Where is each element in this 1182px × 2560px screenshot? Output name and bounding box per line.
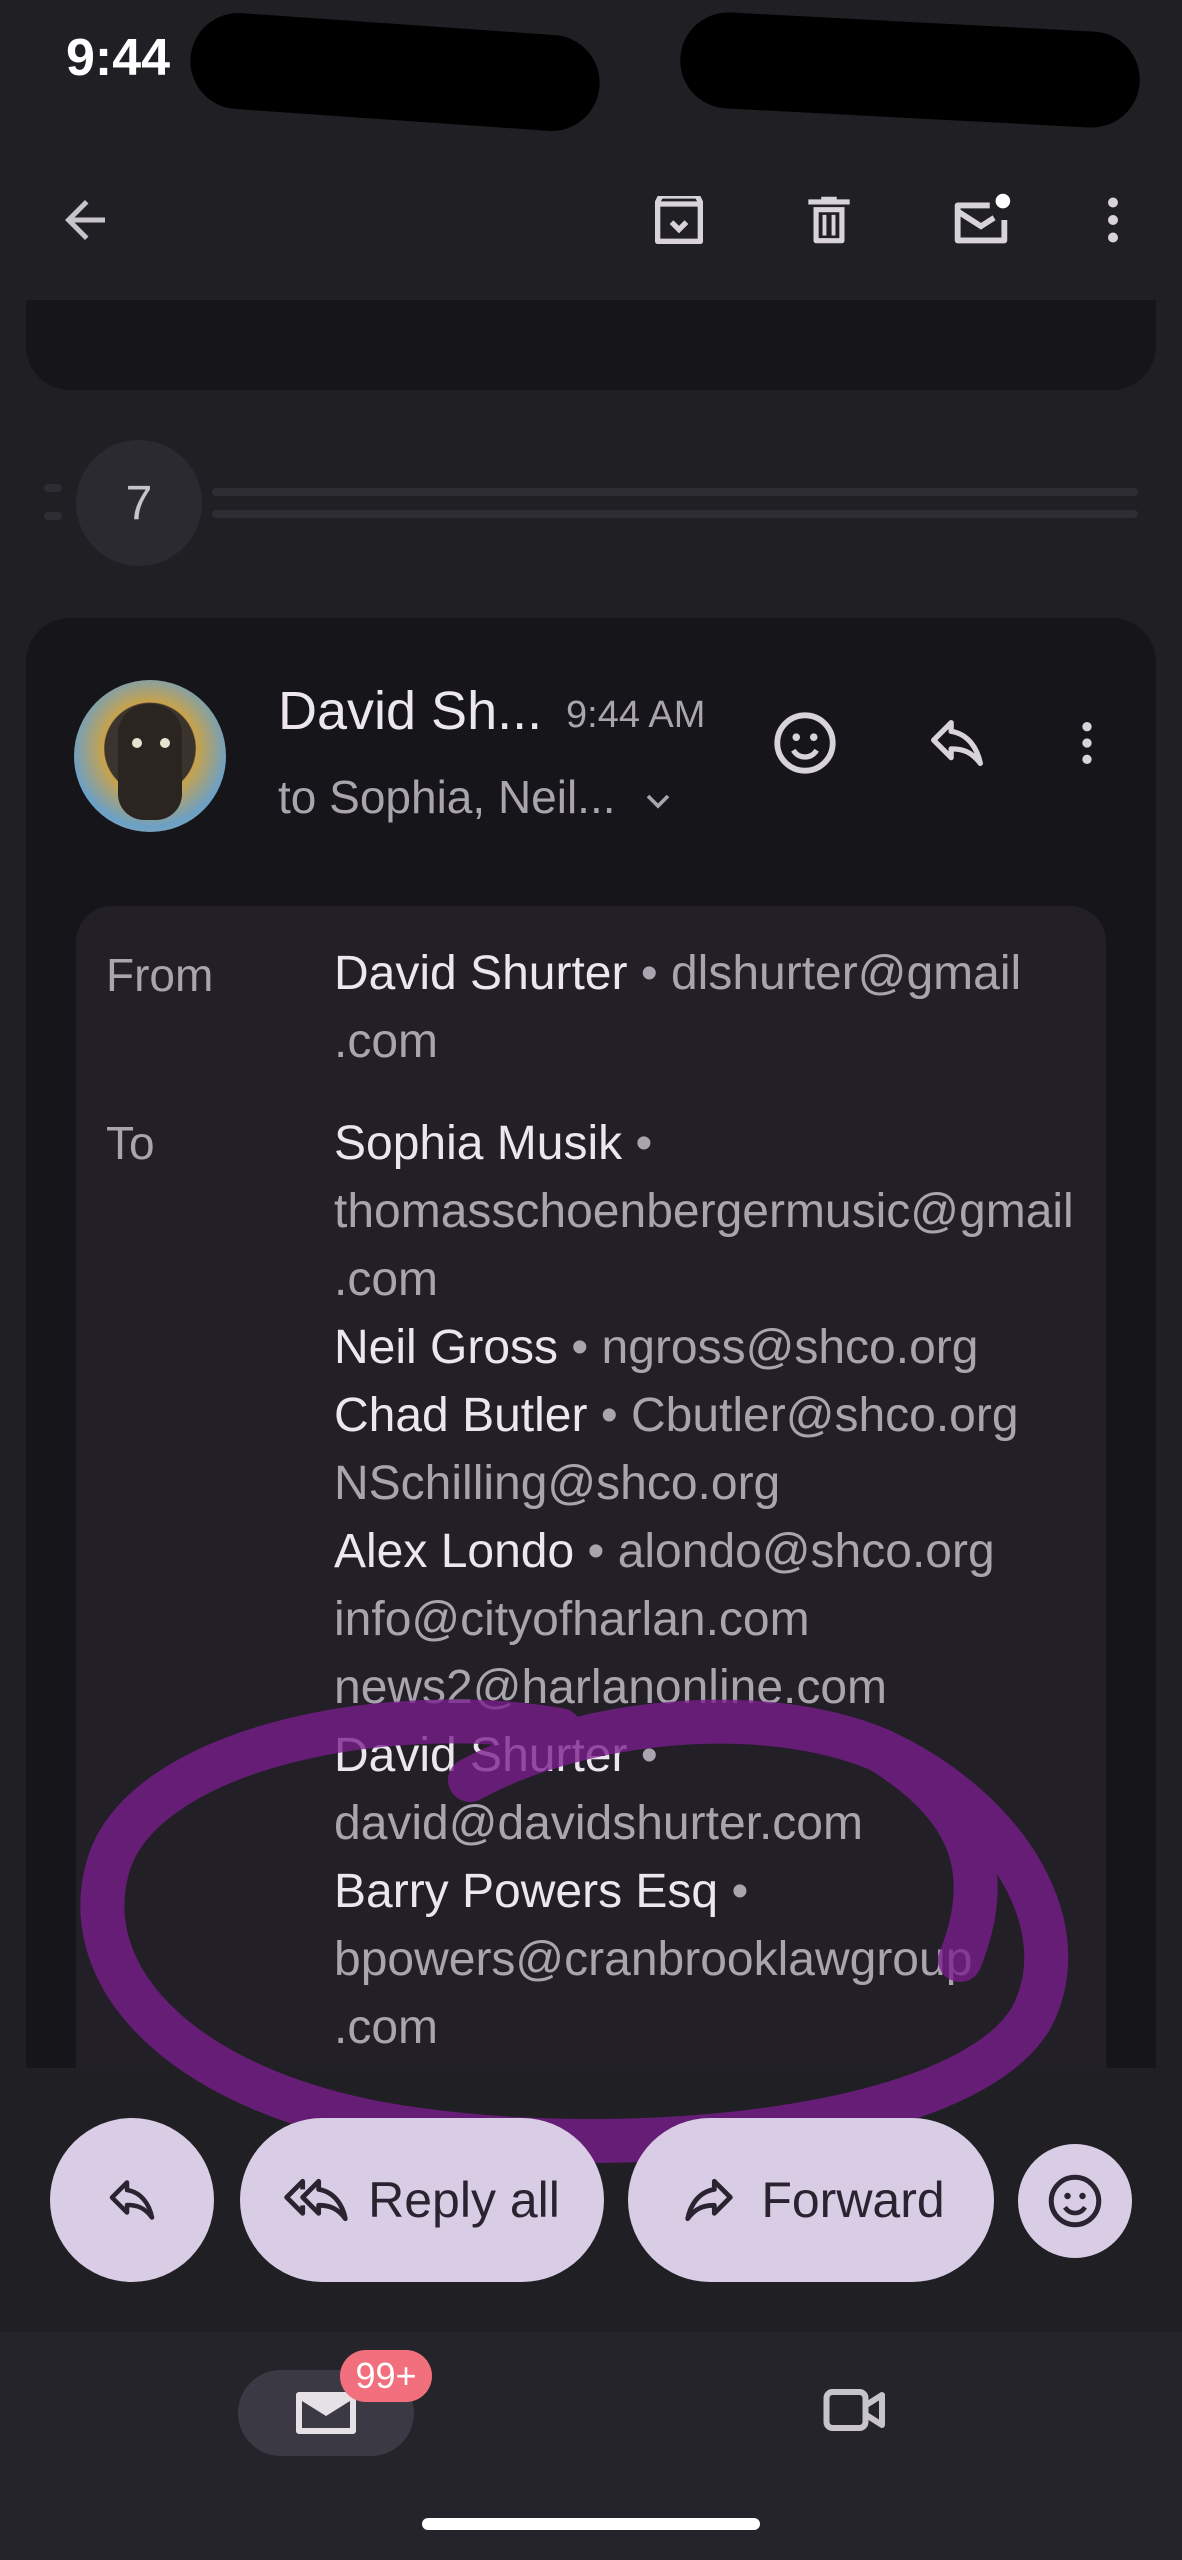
recipient-email[interactable]: Cbutler@shco.org — [631, 1389, 1019, 1442]
forward-icon — [685, 2178, 734, 2222]
trash-icon — [808, 196, 850, 244]
recipient-email[interactable]: ngross@shco.org — [602, 1321, 979, 1374]
more-vert-icon — [1082, 722, 1092, 764]
reply-button[interactable] — [902, 688, 1012, 798]
message-more-button[interactable] — [1032, 688, 1142, 798]
react-button[interactable] — [1018, 2144, 1132, 2258]
recipient-name: Chad Butler — [334, 1389, 588, 1442]
recipient-line: Alex Londo • alondo@shco.org — [334, 1524, 995, 1579]
collapsed-divider — [44, 512, 62, 520]
more-vert-icon — [1108, 197, 1118, 243]
recipient-email[interactable]: thomasschoenbergermusic@gmail — [334, 1184, 1074, 1239]
collapsed-divider — [212, 510, 1138, 518]
status-bar: 9:44 — [0, 0, 1182, 135]
collapsed-divider — [44, 484, 62, 492]
previous-message-card[interactable] — [26, 300, 1156, 390]
recipient-email[interactable]: NSchilling@shco.org — [334, 1456, 780, 1511]
separator: • — [600, 1389, 618, 1442]
separator: • — [635, 1117, 653, 1170]
reply-all-label: Reply all — [368, 2172, 560, 2228]
recipient-line: Sophia Musik • — [334, 1116, 652, 1171]
video-camera-icon — [823, 2389, 885, 2431]
from-email-continued: .com — [334, 1015, 439, 1068]
recipient-email[interactable]: info@cityofharlan.com — [334, 1592, 810, 1647]
more-options-button[interactable] — [1058, 165, 1168, 275]
recipients-summary-text: to Sophia, Neil... — [278, 771, 616, 823]
recipient-name: Alex Londo — [334, 1525, 575, 1578]
from-line: David Shurter • dlshurter@gmail — [334, 946, 1021, 1001]
separator: • — [640, 947, 658, 1000]
reply-all-icon — [284, 2178, 348, 2222]
archive-icon — [655, 196, 703, 244]
to-label: To — [106, 1117, 155, 1169]
mail-unread-icon — [954, 193, 1011, 244]
redaction-scribble — [187, 9, 603, 135]
back-button[interactable] — [30, 165, 140, 275]
from-label: From — [106, 949, 214, 1001]
collapsed-divider — [212, 488, 1138, 496]
forward-button[interactable]: Forward — [628, 2118, 994, 2282]
collapsed-messages-count[interactable]: 7 — [76, 440, 202, 566]
top-toolbar — [0, 120, 1182, 320]
add-reaction-button[interactable] — [750, 688, 860, 798]
delete-button[interactable] — [774, 165, 884, 275]
mark-unread-button[interactable] — [926, 165, 1036, 275]
smiley-icon — [774, 712, 836, 774]
chevron-down-icon — [647, 794, 670, 809]
status-time: 9:44 — [66, 29, 171, 87]
sent-time: 9:44 AM — [566, 694, 706, 736]
forward-label: Forward — [761, 2172, 945, 2228]
from-name: David Shurter — [334, 947, 628, 1000]
recipient-line: Neil Gross • ngross@shco.org — [334, 1320, 978, 1375]
recipient-line: Chad Butler • Cbutler@shco.org — [334, 1388, 1019, 1443]
annotation-circle — [80, 1699, 1069, 2163]
redaction-scribble — [677, 10, 1143, 130]
sender-avatar[interactable] — [74, 680, 226, 832]
recipient-name: Sophia Musik — [334, 1117, 623, 1170]
separator: • — [571, 1321, 589, 1374]
from-email[interactable]: dlshurter@gmail — [671, 947, 1021, 1000]
home-indicator[interactable] — [422, 2518, 760, 2530]
arrow-back-icon — [65, 200, 105, 240]
recipient-email[interactable]: alondo@shco.org — [618, 1525, 995, 1578]
archive-button[interactable] — [624, 165, 734, 275]
reply-icon — [931, 719, 983, 767]
recipient-name: Neil Gross — [334, 1321, 559, 1374]
nav-meet-tab[interactable] — [800, 2355, 910, 2465]
recipient-email-continued: .com — [334, 1253, 439, 1306]
unread-badge: 99+ — [340, 2350, 432, 2402]
smiley-icon — [1048, 2174, 1102, 2228]
reply-action-button[interactable] — [50, 2118, 214, 2282]
reply-all-button[interactable]: Reply all — [240, 2118, 604, 2282]
reply-icon — [109, 2180, 155, 2220]
recipients-summary[interactable]: to Sophia, Neil... — [278, 770, 678, 824]
separator: • — [587, 1525, 605, 1578]
sender-name[interactable]: David Sh... — [278, 680, 542, 742]
